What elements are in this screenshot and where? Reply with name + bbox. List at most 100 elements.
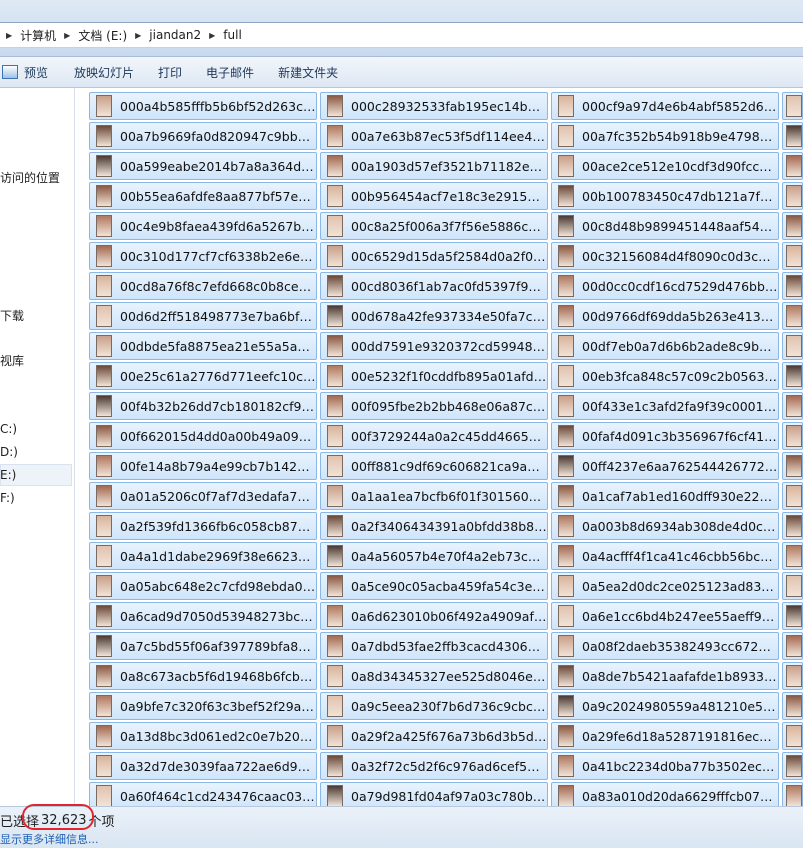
file-item[interactable]: 00f4b32b26dd7cb180182cf984... <box>89 392 317 420</box>
file-item[interactable]: 00dd7591e9320372cd599482b... <box>320 332 548 360</box>
breadcrumb-root-arrow[interactable]: ▶ <box>0 23 18 47</box>
file-item[interactable]: 00b55ea6afdfe8aa877bf57eb99... <box>89 182 317 210</box>
file-item[interactable]: 0a41bc2234d0ba77b3502ec790... <box>551 752 779 780</box>
file-item[interactable]: 00c8a25f006a3f7f56e5886c09ff... <box>320 212 548 240</box>
file-item[interactable]: 0a5ea2d0dc2ce025123ad8372a... <box>551 572 779 600</box>
nav-item-videos[interactable]: 视库 <box>0 352 24 369</box>
file-item[interactable]: 00a1903d57ef3521b71182ed61... <box>320 152 548 180</box>
file-item[interactable]: 0a08f2daeb35382493cc672510... <box>551 632 779 660</box>
nav-item-downloads[interactable]: 下载 <box>0 307 24 324</box>
file-item[interactable]: 00a7b9669fa0d820947c9bb749... <box>89 122 317 150</box>
file-item-partial[interactable] <box>782 392 803 420</box>
file-item-partial[interactable] <box>782 122 803 150</box>
file-item[interactable]: 0a79d981fd04af97a03c780b19... <box>320 782 548 806</box>
file-item-partial[interactable] <box>782 752 803 780</box>
file-item[interactable]: 00e5232f1f0cddfb895a01afdfb... <box>320 362 548 390</box>
file-item[interactable]: 00c6529d15da5f2584d0a2f02ca... <box>320 242 548 270</box>
show-more-details-link[interactable]: 显示更多详细信息... <box>0 831 99 847</box>
file-item[interactable]: 0a29fe6d18a5287191816ecdd9... <box>551 722 779 750</box>
file-item[interactable]: 0a7c5bd55f06af397789bfa8e14... <box>89 632 317 660</box>
print-button[interactable]: 打印 <box>149 57 191 87</box>
file-item[interactable]: 00c32156084d4f8090c0d3c63f3... <box>551 242 779 270</box>
preview-button[interactable]: 预览 <box>0 57 57 87</box>
file-item[interactable]: 00a7e63b87ec53f5df114ee4e2... <box>320 122 548 150</box>
slideshow-button[interactable]: 放映幻灯片 <box>65 57 143 87</box>
file-item[interactable]: 00faf4d091c3b356967f6cf416df... <box>551 422 779 450</box>
file-item[interactable]: 00cd8036f1ab7ac0fd5397f916f... <box>320 272 548 300</box>
file-item[interactable]: 00ff881c9df69c606821ca9abf06... <box>320 452 548 480</box>
file-item[interactable]: 0a8de7b5421aafafde1b893392... <box>551 662 779 690</box>
file-item-partial[interactable] <box>782 632 803 660</box>
file-item[interactable]: 0a003b8d6934ab308de4d0cd0... <box>551 512 779 540</box>
breadcrumb-computer[interactable]: 计算机 ▶ <box>18 23 76 47</box>
file-item[interactable]: 00c310d177cf7cf6338b2e6e17f... <box>89 242 317 270</box>
file-item[interactable]: 0a2f3406434391a0bfdd38b863... <box>320 512 548 540</box>
file-item[interactable]: 0a5ce90c05acba459fa54c3e3d7... <box>320 572 548 600</box>
address-bar[interactable]: ▶ 计算机 ▶ 文档 (E:) ▶ jiandan2 ▶ full <box>0 22 803 48</box>
file-item[interactable]: 00f095fbe2b2bb468e06a87cf48... <box>320 392 548 420</box>
nav-item-drive-e[interactable]: E:) <box>0 468 16 482</box>
file-item[interactable]: 00d9766df69dda5b263e413ff6... <box>551 302 779 330</box>
file-item-partial[interactable] <box>782 662 803 690</box>
file-item[interactable]: 0a2f539fd1366fb6c058cb87cf49... <box>89 512 317 540</box>
file-list-view[interactable]: 000a4b585fffb5b6bf52d263c3e9... 000c28932… <box>75 88 803 806</box>
nav-item-drive-f[interactable]: F:) <box>0 491 15 505</box>
file-item[interactable]: 000a4b585fffb5b6bf52d263c3e9... <box>89 92 317 120</box>
file-item-partial[interactable] <box>782 182 803 210</box>
file-item[interactable]: 0a8c673acb5f6d19468b6fcbe6c... <box>89 662 317 690</box>
file-item[interactable]: 0a6cad9d7050d53948273bc2d... <box>89 602 317 630</box>
file-item[interactable]: 0a9c5eea230f7b6d736c9cbc80... <box>320 692 548 720</box>
file-item[interactable]: 00f662015d4dd0a00b49a09a1b... <box>89 422 317 450</box>
email-button[interactable]: 电子邮件 <box>197 57 263 87</box>
file-item[interactable]: 00ff4237e6aa762544426772cad... <box>551 452 779 480</box>
new-folder-button[interactable]: 新建文件夹 <box>269 57 347 87</box>
file-item-partial[interactable] <box>782 692 803 720</box>
file-item-partial[interactable] <box>782 482 803 510</box>
file-item[interactable]: 0a1caf7ab1ed160dff930e226db... <box>551 482 779 510</box>
file-item-partial[interactable] <box>782 602 803 630</box>
file-item-partial[interactable] <box>782 212 803 240</box>
file-item[interactable]: 00a599eabe2014b7a8a364de5f... <box>89 152 317 180</box>
file-item[interactable]: 00a7fc352b54b918b9e479820b... <box>551 122 779 150</box>
file-item[interactable]: 0a4a56057b4e70f4a2eb73c196... <box>320 542 548 570</box>
file-item-partial[interactable] <box>782 362 803 390</box>
file-item[interactable]: 0a05abc648e2c7cfd98ebda01c... <box>89 572 317 600</box>
file-item[interactable]: 00e25c61a2776d771eefc10c1f7... <box>89 362 317 390</box>
nav-item-drive-d[interactable]: D:) <box>0 445 18 459</box>
file-item[interactable]: 00b100783450c47db121a7fadd... <box>551 182 779 210</box>
file-item[interactable]: 000cf9a97d4e6b4abf5852d6d7... <box>551 92 779 120</box>
file-item[interactable]: 00f3729244a0a2c45dd466518c... <box>320 422 548 450</box>
breadcrumb-drive-e[interactable]: 文档 (E:) ▶ <box>76 23 147 47</box>
breadcrumb-jiandan2[interactable]: jiandan2 ▶ <box>147 23 221 47</box>
file-item[interactable]: 0a13d8bc3d061ed2c0e7b2000... <box>89 722 317 750</box>
file-item[interactable]: 00ace2ce512e10cdf3d90fcc3b4... <box>551 152 779 180</box>
file-item-partial[interactable] <box>782 572 803 600</box>
file-item[interactable]: 00c4e9b8faea439fd6a5267b17... <box>89 212 317 240</box>
file-item[interactable]: 0a8d34345327ee525d8046e6b... <box>320 662 548 690</box>
nav-item-drive-c[interactable]: C:) <box>0 422 17 436</box>
file-item[interactable]: 0a4a1d1dabe2969f38e66236ed... <box>89 542 317 570</box>
file-item[interactable]: 00cd8a76f8c7efd668c0b8ce620... <box>89 272 317 300</box>
file-item-partial[interactable] <box>782 512 803 540</box>
file-item[interactable]: 00d6d2ff518498773e7ba6bf6d... <box>89 302 317 330</box>
nav-item-recent-places[interactable]: 访问的位置 <box>0 169 60 186</box>
breadcrumb-full[interactable]: full <box>221 23 244 47</box>
file-item[interactable]: 0a6e1cc6bd4b247ee55aeff9c72... <box>551 602 779 630</box>
file-item-partial[interactable] <box>782 452 803 480</box>
file-item[interactable]: 0a01a5206c0f7af7d3edafa7c7d... <box>89 482 317 510</box>
file-item[interactable]: 00c8d48b9899451448aaf54b6a... <box>551 212 779 240</box>
file-item[interactable]: 0a7dbd53fae2ffb3cacd4306074... <box>320 632 548 660</box>
file-item[interactable]: 00d678a42fe937334e50fa7cc8f... <box>320 302 548 330</box>
file-item-partial[interactable] <box>782 242 803 270</box>
file-item[interactable]: 00fe14a8b79a4e99cb7b142a68... <box>89 452 317 480</box>
file-item[interactable]: 00dbde5fa8875ea21e55a5a33f... <box>89 332 317 360</box>
file-item[interactable]: 0a6d623010b06f492a4909afcb... <box>320 602 548 630</box>
file-item-partial[interactable] <box>782 272 803 300</box>
file-item[interactable]: 00eb3fca848c57c09c2b05631d... <box>551 362 779 390</box>
file-item[interactable]: 0a83a010d20da6629fffcb07a7e... <box>551 782 779 806</box>
file-item-partial[interactable] <box>782 302 803 330</box>
file-item[interactable]: 0a60f464c1cd243476caac03711... <box>89 782 317 806</box>
file-item[interactable]: 000c28932533fab195ec14bbc2... <box>320 92 548 120</box>
file-item[interactable]: 00b956454acf7e18c3e2915316... <box>320 182 548 210</box>
file-item-partial[interactable] <box>782 332 803 360</box>
